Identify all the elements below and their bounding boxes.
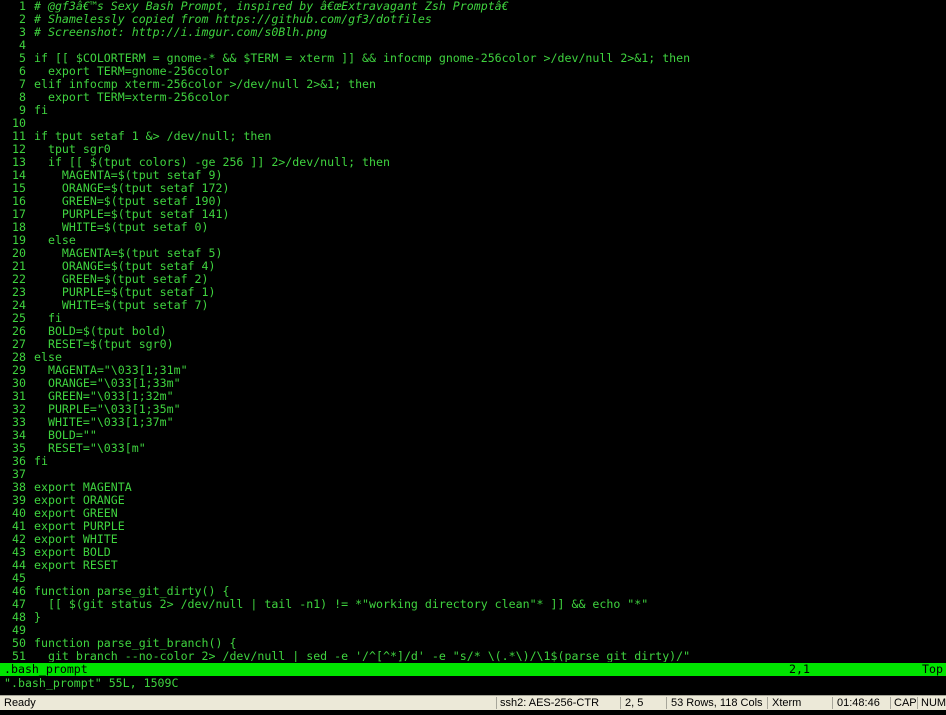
editor-line[interactable]: 3 # Screenshot: http://i.imgur.com/s0Blh.…	[0, 26, 946, 39]
editor-line[interactable]: 24 WHITE=$(tput setaf 7)	[0, 299, 946, 312]
vim-status-line: .bash_prompt 2,1 Top	[0, 663, 946, 676]
editor-line[interactable]: 11 if tput setaf 1 &> /dev/null; then	[0, 130, 946, 143]
status-clock: 01:48:46	[837, 697, 880, 709]
code-text: export TERM=xterm-256color	[34, 90, 230, 104]
vim-command-line[interactable]: ".bash_prompt" 55L, 1509C	[0, 677, 946, 691]
code-text: export RESET	[34, 558, 118, 572]
editor-line[interactable]: 43 export BOLD	[0, 546, 946, 559]
status-divider	[496, 697, 497, 709]
editor-line[interactable]: 36 fi	[0, 455, 946, 468]
editor-line[interactable]: 42 export WHITE	[0, 533, 946, 546]
command-message: ".bash_prompt" 55L, 1509C	[4, 676, 179, 690]
editor-line[interactable]: 38 export MAGENTA	[0, 481, 946, 494]
code-text: git branch --no-color 2> /dev/null | sed…	[34, 649, 691, 663]
status-filename: .bash_prompt	[4, 662, 88, 676]
status-terminal-size: 53 Rows, 118 Cols	[671, 697, 763, 709]
status-divider	[832, 697, 833, 709]
editor-line[interactable]: 33 WHITE="\033[1;37m"	[0, 416, 946, 429]
line-number: 51	[12, 649, 26, 663]
status-divider	[890, 697, 891, 709]
status-caps-lock: CAP	[894, 697, 917, 709]
editor-line[interactable]: 40 export GREEN	[0, 507, 946, 520]
editor-line[interactable]: 48}	[0, 611, 946, 624]
status-divider	[767, 697, 768, 709]
editor-line[interactable]: 8 export TERM=xterm-256color	[0, 91, 946, 104]
editor-line[interactable]: 41 export PURPLE	[0, 520, 946, 533]
editor-line[interactable]: 18 WHITE=$(tput setaf 0)	[0, 221, 946, 234]
vim-editor[interactable]: 1 # @gf3â€™s Sexy Bash Prompt, inspired b…	[0, 0, 946, 662]
editor-line[interactable]: 37	[0, 468, 946, 481]
status-cursor-position: 2,1	[789, 662, 810, 676]
code-text: RESET="\033[m"	[34, 441, 146, 455]
editor-line[interactable]: 44 export RESET	[0, 559, 946, 572]
status-divider	[666, 697, 667, 709]
editor-line[interactable]: 35 RESET="\033[m"	[0, 442, 946, 455]
status-cipher: ssh2: AES-256-CTR	[500, 697, 600, 709]
editor-line[interactable]: 51 git branch --no-color 2> /dev/null | …	[0, 649, 946, 663]
editor-line[interactable]: 39 export ORANGE	[0, 494, 946, 507]
code-text: }	[34, 610, 41, 624]
editor-line[interactable]: 9 fi	[0, 104, 946, 117]
code-text: fi	[34, 103, 48, 117]
terminal-app-status-bar: Ready ssh2: AES-256-CTR 2, 5 53 Rows, 11…	[0, 695, 946, 710]
editor-line[interactable]: 47 [[ $(git status 2> /dev/null | tail -…	[0, 598, 946, 611]
comment-text: # Screenshot: http://i.imgur.com/s0Blh.p…	[34, 25, 328, 39]
status-divider	[917, 697, 918, 709]
status-divider	[620, 697, 621, 709]
status-ready: Ready	[4, 697, 36, 709]
code-text: [[ $(git status 2> /dev/null | tail -n1)…	[34, 597, 649, 611]
status-num-lock: NUM	[921, 697, 946, 709]
editor-line[interactable]: 27 RESET=$(tput sgr0)	[0, 338, 946, 351]
status-terminal-type: Xterm	[772, 697, 802, 709]
code-text: fi	[34, 454, 48, 468]
status-cursor: 2, 5	[625, 697, 644, 709]
status-scroll-indicator: Top	[922, 662, 943, 676]
